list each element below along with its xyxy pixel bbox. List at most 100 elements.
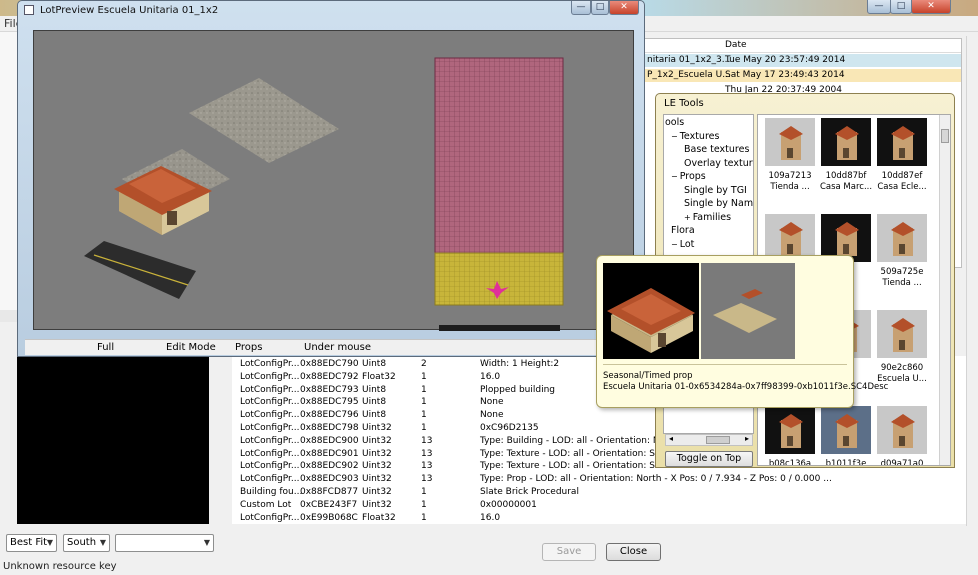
tree-node-label: Textures bbox=[679, 130, 720, 142]
lot-grid-top bbox=[434, 57, 564, 254]
prop-thumbnail-name: Casa Marc... bbox=[819, 182, 873, 192]
prop-thumbnail-image bbox=[877, 406, 927, 454]
table-cell-type: Uint8 bbox=[362, 410, 387, 421]
extra-select[interactable]: ▼ bbox=[115, 534, 214, 552]
save-button[interactable]: Save bbox=[542, 543, 596, 561]
main-minimize-button[interactable]: — bbox=[867, 0, 891, 14]
table-cell-value: None bbox=[480, 397, 504, 408]
table-cell-type: Uint32 bbox=[362, 448, 392, 459]
table-cell-id: 0x88EDC903 bbox=[300, 474, 359, 485]
prop-thumbnail[interactable]: d09a71a0Tienda ... bbox=[874, 406, 930, 466]
window-icon bbox=[24, 5, 34, 15]
toggle-on-top-button[interactable]: Toggle on Top bbox=[665, 451, 753, 467]
prop-thumbnail-image bbox=[821, 118, 871, 166]
scroll-right-icon[interactable]: ▸ bbox=[745, 434, 749, 443]
lot-preview-title: LotPreview Escuela Unitaria 01_1x2 bbox=[40, 5, 219, 16]
table-cell-rep: 1 bbox=[421, 371, 427, 382]
table-cell-value: Type: Prop - LOD: all - Orientation: Nor… bbox=[480, 474, 832, 485]
prop-thumbnail[interactable]: b08c136aAcero E... bbox=[762, 406, 818, 465]
tooltip-footprint-image bbox=[701, 263, 795, 359]
tree-node[interactable]: Single by TGI bbox=[684, 185, 747, 196]
tree-node[interactable]: Base textures bbox=[684, 144, 749, 155]
collapse-icon[interactable]: − bbox=[671, 240, 678, 249]
table-cell-id: 0xCBE243F7 bbox=[300, 499, 358, 510]
table-cell-rep: 13 bbox=[421, 461, 433, 472]
prop-thumbnail[interactable]: 10dd87bf Casa Marc... bbox=[818, 118, 874, 210]
file-list-row[interactable]: P_1x2_Escuela U... Sat May 17 23:49:43 20… bbox=[645, 69, 961, 82]
table-cell-value: 0xC96D2135 bbox=[480, 423, 539, 433]
prop-thumbnail-image bbox=[765, 118, 815, 166]
table-row[interactable]: LotConfigPr... 0x88EDC903 Uint32 13 Type: Pr… bbox=[232, 474, 966, 487]
table-cell-rep: 13 bbox=[421, 435, 433, 446]
prop-thumbnail[interactable]: 509a725e Tienda ... bbox=[874, 214, 930, 306]
table-row[interactable]: Custom Lot 0xCBE243F7 Uint32 1 0x00000001 bbox=[232, 500, 966, 513]
table-cell-id: 0x88EDC900 bbox=[300, 435, 359, 446]
table-cell-name: LotConfigPr... bbox=[240, 435, 300, 446]
table-cell-value: 16.0 bbox=[480, 512, 501, 523]
prop-thumbnail-id: 10dd87bf bbox=[825, 171, 867, 181]
column-header-date[interactable]: Date bbox=[725, 40, 747, 50]
table-cell-rep: 1 bbox=[421, 397, 427, 408]
lp-minimize-button[interactable]: — bbox=[571, 1, 591, 15]
thumbnail-scrollbar[interactable] bbox=[939, 115, 950, 465]
prop-thumbnail-image bbox=[821, 406, 871, 454]
prop-thumbnail[interactable]: 10dd87ef Casa Ecle... bbox=[874, 118, 930, 210]
tree-node-label: Lot bbox=[679, 238, 695, 250]
expand-icon[interactable]: + bbox=[684, 213, 691, 222]
scroll-thumb[interactable] bbox=[706, 436, 730, 444]
direction-select[interactable]: South ▼ bbox=[63, 534, 110, 552]
table-cell-name: LotConfigPr... bbox=[240, 397, 300, 408]
lp-close-button[interactable]: ✕ bbox=[609, 1, 639, 15]
scroll-left-icon[interactable]: ◂ bbox=[669, 434, 673, 443]
close-button[interactable]: Close bbox=[606, 543, 661, 561]
tree-node[interactable]: ools bbox=[665, 117, 684, 128]
tree-node[interactable]: Single by Name bbox=[684, 198, 753, 209]
file-date-cell: Sat May 17 23:49:43 2014 bbox=[725, 70, 845, 80]
tree-node[interactable]: − Props bbox=[671, 171, 706, 182]
lp-maximize-button[interactable]: □ bbox=[591, 1, 609, 15]
lot-preview-window: LotPreview Escuela Unitaria 01_1x2 — □ ✕ bbox=[17, 0, 645, 357]
tree-node[interactable]: Flora bbox=[671, 225, 695, 236]
zoom-select[interactable]: Best Fit ▼ bbox=[6, 534, 57, 552]
table-cell-type: Uint8 bbox=[362, 359, 387, 369]
table-cell-type: Uint8 bbox=[362, 384, 387, 395]
collapse-icon[interactable]: − bbox=[671, 172, 678, 181]
main-vertical-scrollbar[interactable] bbox=[966, 36, 978, 526]
tree-node-label: Families bbox=[692, 211, 732, 223]
file-list-header: Date bbox=[645, 39, 961, 53]
prop-thumbnail-id: d09a71a0 bbox=[880, 459, 924, 466]
tree-node[interactable]: − Lot bbox=[671, 239, 694, 250]
prop-thumbnail-name: Casa Ecle... bbox=[877, 182, 927, 192]
tree-node[interactable]: Overlay textures bbox=[684, 157, 753, 169]
prop-thumbnail[interactable]: 109a7213 Tienda ... bbox=[762, 118, 818, 210]
main-maximize-button[interactable]: □ bbox=[890, 0, 912, 14]
chevron-down-icon: ▼ bbox=[99, 538, 106, 547]
main-close-button[interactable]: ✕ bbox=[911, 0, 951, 14]
tree-horizontal-scrollbar[interactable]: ◂ ▸ bbox=[665, 434, 753, 446]
table-cell-rep: 1 bbox=[421, 512, 427, 523]
lot-preview-status-bar: Full Edit Mode Props Under mouse bbox=[25, 339, 637, 355]
prop-tooltip: Seasonal/Timed prop Escuela Unitaria 01-… bbox=[596, 255, 888, 408]
table-cell-name: LotConfigPr... bbox=[240, 359, 300, 369]
tree-node[interactable]: − Textures bbox=[671, 131, 719, 142]
file-list-row[interactable]: nitaria 01_1x2_3... Tue May 20 23:57:49 2… bbox=[645, 54, 961, 67]
table-row[interactable]: Building fou... 0x88FCD877 Uint32 1 Slate Br… bbox=[232, 487, 966, 500]
tree-node-label: Overlay textures bbox=[684, 157, 753, 169]
table-row[interactable]: LotConfigPr... 0xE99B068C Float32 1 16.0 bbox=[232, 513, 966, 526]
scroll-thumb[interactable] bbox=[941, 129, 949, 143]
tree-node[interactable]: + Families bbox=[684, 212, 731, 223]
table-cell-rep: 13 bbox=[421, 474, 433, 485]
tree-node-label: Base textures bbox=[684, 144, 750, 155]
table-cell-value: Plopped building bbox=[480, 384, 556, 395]
status-props: Props bbox=[235, 342, 263, 353]
prop-thumbnail[interactable]: b1011f3eEscuela... bbox=[818, 406, 874, 465]
table-cell-name: LotConfigPr... bbox=[240, 371, 300, 382]
table-cell-name: LotConfigPr... bbox=[240, 410, 300, 421]
collapse-icon[interactable]: − bbox=[671, 132, 678, 141]
table-cell-name: LotConfigPr... bbox=[240, 474, 300, 485]
prop-thumbnail-id: 109a7213 bbox=[768, 171, 812, 181]
table-cell-id: 0x88EDC796 bbox=[300, 410, 359, 421]
direction-select-value: South bbox=[67, 537, 97, 548]
status-zoom: Full bbox=[97, 342, 115, 353]
lot-preview-canvas[interactable] bbox=[33, 30, 634, 331]
